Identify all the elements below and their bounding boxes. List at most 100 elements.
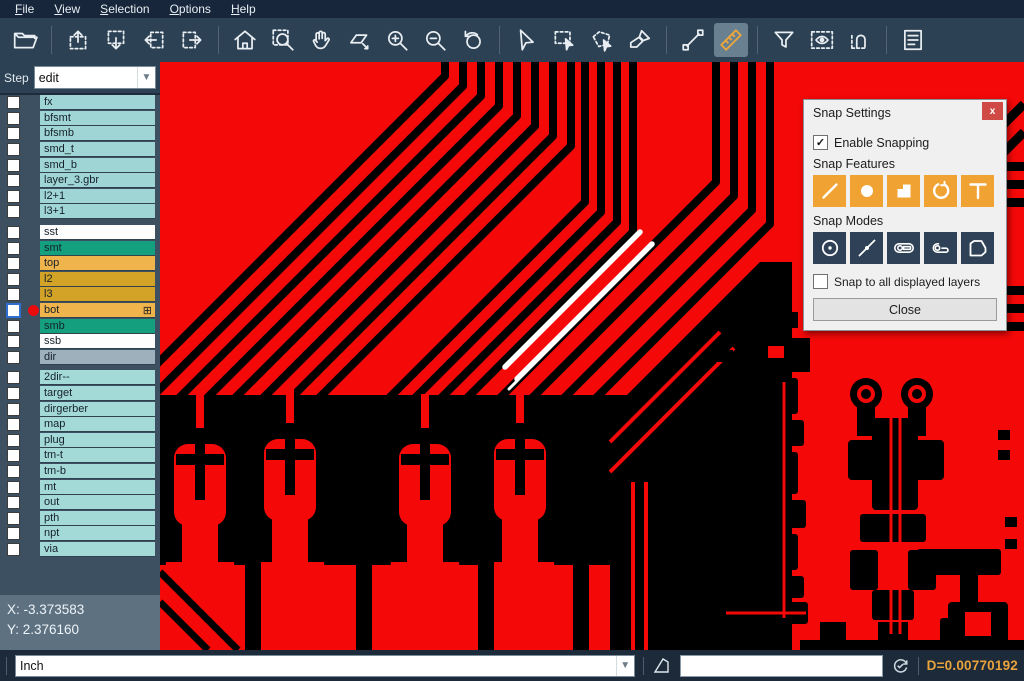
move-right-button[interactable] — [175, 23, 209, 57]
snap-mode-pad-outline-button[interactable] — [924, 232, 957, 264]
layer-checkbox-target[interactable] — [7, 387, 20, 400]
snap-feature-arc-button[interactable] — [924, 175, 957, 207]
layer-row-out[interactable]: out — [0, 495, 160, 511]
layer-checkbox-l2+1[interactable] — [7, 190, 20, 203]
layer-row-smt[interactable]: smt — [0, 240, 160, 256]
layer-checkbox-plug[interactable] — [7, 434, 20, 447]
layer-checkbox-smt[interactable] — [7, 242, 20, 255]
layer-row-tm-t[interactable]: tm-t — [0, 448, 160, 464]
layer-checkbox-dir[interactable] — [7, 351, 20, 364]
layer-checkbox-ssb[interactable] — [7, 335, 20, 348]
layer-checkbox-tm-b[interactable] — [7, 465, 20, 478]
menu-item-view[interactable]: View — [45, 1, 89, 17]
filter-button[interactable] — [767, 23, 801, 57]
enable-snapping-checkbox[interactable]: ✓ — [813, 135, 828, 150]
layer-checkbox-l3+1[interactable] — [7, 205, 20, 218]
layer-checkbox-map[interactable] — [7, 418, 20, 431]
layer-label-l2+1[interactable]: l2+1 — [40, 189, 155, 204]
layer-checkbox-top[interactable] — [7, 257, 20, 270]
layer-label-bfsmb[interactable]: bfsmb — [40, 126, 155, 141]
menu-item-file[interactable]: File — [6, 1, 43, 17]
layer-checkbox-l3[interactable] — [7, 288, 20, 301]
report-button[interactable] — [896, 23, 930, 57]
layer-label-plug[interactable]: plug — [40, 433, 155, 448]
snap-feature-pad-button[interactable] — [850, 175, 883, 207]
select-poly-button[interactable] — [585, 23, 619, 57]
layer-label-smd_t[interactable]: smd_t — [40, 142, 155, 157]
layer-row-bfsmt[interactable]: bfsmt — [0, 111, 160, 127]
layer-label-map[interactable]: map — [40, 417, 155, 432]
layer-label-npt[interactable]: npt — [40, 526, 155, 541]
layer-row-bot[interactable]: bot⊞ — [0, 303, 160, 319]
unit-select[interactable]: Inch ▼ — [15, 655, 635, 677]
all-layers-checkbox[interactable] — [813, 274, 828, 289]
layer-label-top[interactable]: top — [40, 256, 155, 271]
layer-row-tm-b[interactable]: tm-b — [0, 464, 160, 480]
layer-checkbox-fx[interactable] — [7, 96, 20, 109]
layer-label-sst[interactable]: sst — [40, 225, 155, 240]
close-button[interactable]: Close — [813, 298, 997, 321]
dialog-close-icon[interactable]: x — [982, 102, 1003, 120]
snap-mode-contour-button[interactable] — [961, 232, 994, 264]
layer-row-plug[interactable]: plug — [0, 432, 160, 448]
layer-label-out[interactable]: out — [40, 495, 155, 510]
layer-label-mt[interactable]: mt — [40, 480, 155, 495]
layer-row-smb[interactable]: smb — [0, 318, 160, 334]
layer-row-via[interactable]: via — [0, 542, 160, 558]
layer-checkbox-sst[interactable] — [7, 226, 20, 239]
zoom-previous-button[interactable] — [456, 23, 490, 57]
all-layers-row[interactable]: Snap to all displayed layers — [813, 274, 997, 289]
drag-view-button[interactable] — [342, 23, 376, 57]
select-rect-button[interactable] — [547, 23, 581, 57]
layer-checkbox-smd_b[interactable] — [7, 159, 20, 172]
layer-row-2dir--[interactable]: 2dir-- — [0, 370, 160, 386]
layer-checkbox-dirgerber[interactable] — [7, 403, 20, 416]
layer-checkbox-bot[interactable] — [6, 303, 21, 318]
layer-row-smd_b[interactable]: smd_b — [0, 157, 160, 173]
layer-label-l3+1[interactable]: l3+1 — [40, 204, 155, 219]
open-file-button[interactable] — [8, 23, 42, 57]
layer-row-fx[interactable]: fx — [0, 95, 160, 111]
layer-label-l3[interactable]: l3 — [40, 287, 155, 302]
layer-label-2dir--[interactable]: 2dir-- — [40, 370, 155, 385]
layer-label-smb[interactable]: smb — [40, 319, 155, 334]
select-arrow-button[interactable] — [509, 23, 543, 57]
layer-checkbox-bfsmt[interactable] — [7, 112, 20, 125]
layer-label-bot[interactable]: bot⊞ — [40, 303, 155, 318]
move-left-button[interactable] — [137, 23, 171, 57]
snap-settings-button[interactable] — [843, 23, 877, 57]
snap-mode-pad-filled-button[interactable] — [887, 232, 920, 264]
home-view-button[interactable] — [228, 23, 262, 57]
layer-row-top[interactable]: top — [0, 256, 160, 272]
layer-row-bfsmb[interactable]: bfsmb — [0, 126, 160, 142]
snap-mode-center-button[interactable] — [813, 232, 846, 264]
layer-label-dirgerber[interactable]: dirgerber — [40, 402, 155, 417]
layer-label-tm-t[interactable]: tm-t — [40, 448, 155, 463]
zoom-window-button[interactable] — [266, 23, 300, 57]
layer-label-bfsmt[interactable]: bfsmt — [40, 111, 155, 126]
snap-feature-text-button[interactable] — [961, 175, 994, 207]
layer-row-smd_t[interactable]: smd_t — [0, 142, 160, 158]
layer-checkbox-mt[interactable] — [7, 481, 20, 494]
angle-mode-icon[interactable] — [652, 656, 672, 676]
layer-row-npt[interactable]: npt — [0, 526, 160, 542]
layer-row-layer_3.gbr[interactable]: layer_3.gbr — [0, 173, 160, 189]
layer-label-l2[interactable]: l2 — [40, 272, 155, 287]
layer-row-sst[interactable]: sst — [0, 225, 160, 241]
layer-checkbox-smb[interactable] — [7, 320, 20, 333]
snap-mode-midpoint-button[interactable] — [850, 232, 883, 264]
layer-label-layer_3.gbr[interactable]: layer_3.gbr — [40, 173, 155, 188]
ruler-button[interactable] — [714, 23, 748, 57]
layer-checkbox-out[interactable] — [7, 496, 20, 509]
layer-label-pth[interactable]: pth — [40, 511, 155, 526]
enable-snapping-row[interactable]: ✓ Enable Snapping — [813, 135, 997, 150]
command-input[interactable] — [680, 655, 883, 677]
layer-label-fx[interactable]: fx — [40, 95, 155, 110]
snap-feature-line-button[interactable] — [813, 175, 846, 207]
zoom-in-button[interactable] — [380, 23, 414, 57]
layer-label-target[interactable]: target — [40, 386, 155, 401]
pan-hand-button[interactable] — [304, 23, 338, 57]
layer-row-mt[interactable]: mt — [0, 479, 160, 495]
layer-row-map[interactable]: map — [0, 417, 160, 433]
measure-distance-button[interactable] — [676, 23, 710, 57]
